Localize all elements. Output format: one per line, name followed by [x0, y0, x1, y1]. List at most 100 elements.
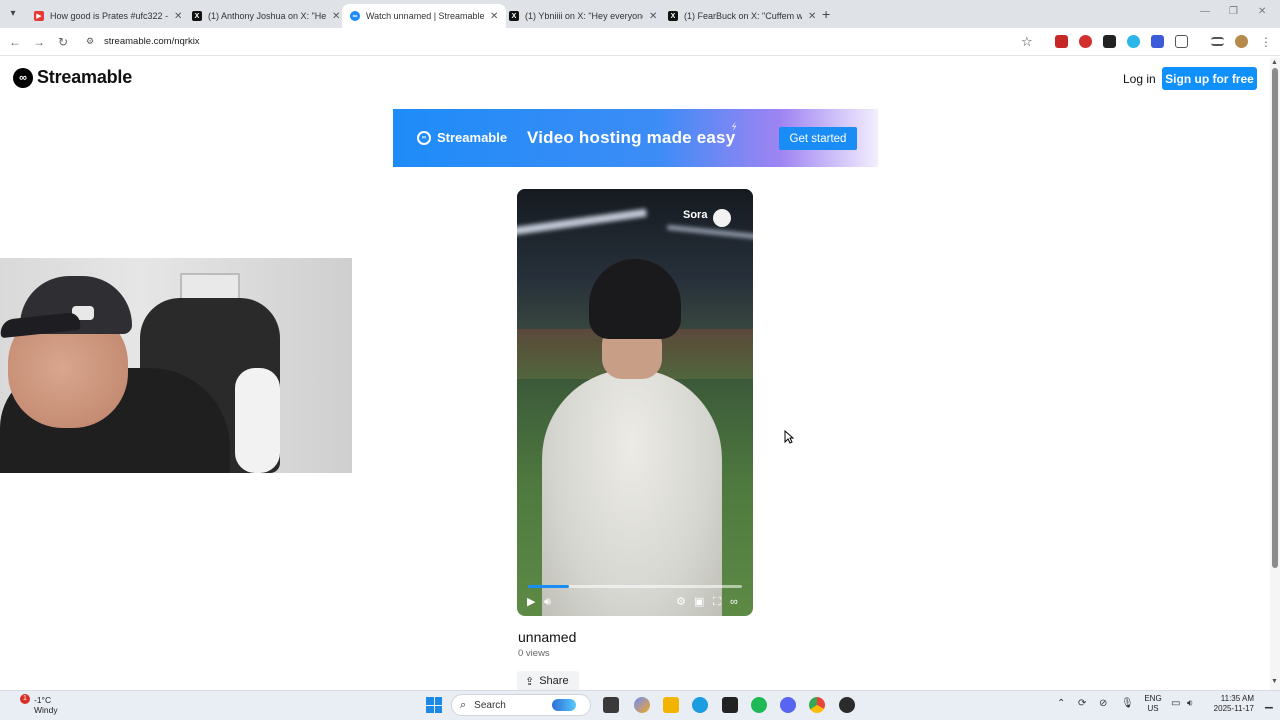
extension-icon[interactable] [1151, 35, 1164, 48]
weather-badge: 1 [20, 694, 30, 704]
video-view-count: 0 views [518, 648, 550, 659]
share-button[interactable]: ⇪ Share [517, 671, 579, 691]
tab-fearbuck[interactable]: X (1) FearBuck on X: "Cuffem was ✕ [660, 4, 824, 28]
start-button[interactable] [426, 697, 442, 713]
url-field[interactable]: streamable.com/nqrkix [104, 36, 200, 47]
display-icon[interactable]: ▭ [1171, 698, 1180, 709]
x-icon: X [192, 11, 202, 21]
file-explorer-icon[interactable] [663, 697, 679, 713]
streamable-logo-icon[interactable]: ∞ [730, 595, 738, 609]
get-started-button[interactable]: Get started [779, 127, 857, 150]
microphone-icon[interactable]: 🎙︎ [1121, 698, 1134, 709]
video-progress-fill [528, 585, 569, 588]
close-icon[interactable]: ✕ [332, 11, 340, 22]
notepad-icon[interactable] [722, 697, 738, 713]
tab-title: (1) Anthony Joshua on X: "He's [208, 11, 326, 21]
lang-line1: ENG [1144, 694, 1162, 703]
edge-icon[interactable] [692, 697, 708, 713]
new-tab-button[interactable]: + [822, 6, 830, 22]
volume-icon[interactable]: 🔉︎ [1187, 698, 1193, 709]
back-icon[interactable]: ← [8, 35, 22, 49]
discord-icon[interactable] [780, 697, 796, 713]
spotify-icon[interactable] [751, 697, 767, 713]
login-link[interactable]: Log in [1123, 72, 1156, 86]
maximize-icon[interactable]: ❐ [1229, 6, 1238, 17]
streamable-logo-icon: ∞ [13, 67, 33, 88]
extensions-puzzle-icon[interactable] [1175, 35, 1188, 48]
close-icon[interactable]: ✕ [174, 11, 182, 22]
tab-youtube[interactable]: ▶ How good is Prates #ufc322 - Y ✕ [26, 4, 190, 28]
close-window-icon[interactable]: ✕ [1258, 6, 1266, 17]
menu-dots-icon[interactable]: ⋮ [1259, 35, 1273, 49]
chrome-icon[interactable] [809, 697, 825, 713]
tab-anthony-joshua[interactable]: X (1) Anthony Joshua on X: "He's ✕ [184, 4, 348, 28]
streamable-icon: ∞ [350, 11, 360, 21]
share-icon: ⇪ [525, 675, 535, 688]
tab-bar: ▾ ▶ How good is Prates #ufc322 - Y ✕ X (… [0, 0, 1280, 28]
minimize-icon[interactable]: — [1200, 6, 1210, 17]
video-player[interactable]: Sora ▶ 🔊︎ ⚙ ▣ ⛶ ∞ [517, 189, 753, 616]
extension-icon[interactable] [1079, 35, 1092, 48]
x-icon: X [509, 11, 519, 21]
weather-desc: Windy [34, 705, 58, 715]
banner-logo: ∞ Streamable [417, 130, 507, 145]
scrollbar-thumb[interactable] [1272, 68, 1278, 568]
profile-avatar[interactable] [1235, 35, 1248, 48]
tab-title: How good is Prates #ufc322 - Y [50, 11, 168, 21]
taskbar-search[interactable]: ⌕ Search [451, 694, 591, 716]
search-highlight-icon [551, 699, 576, 711]
sync-icon[interactable]: ⟳ [1078, 698, 1086, 709]
media-control-icon[interactable] [1211, 37, 1224, 46]
picture-in-picture-icon[interactable]: ▣ [694, 595, 704, 609]
video-title: unnamed [518, 629, 577, 645]
tab-ybniiii[interactable]: X (1) Ybniiii on X: "Hey everyone, ✕ [501, 4, 665, 28]
obs-icon[interactable] [839, 697, 855, 713]
tab-title: (1) FearBuck on X: "Cuffem was [684, 11, 802, 21]
tab-streamable[interactable]: ∞ Watch unnamed | Streamable ✕ [342, 4, 507, 28]
video-progress-bar[interactable] [528, 585, 742, 588]
fullscreen-icon[interactable]: ⛶ [713, 595, 721, 609]
tab-title: (1) Ybniiii on X: "Hey everyone, [525, 11, 643, 21]
webcam-overlay [0, 258, 352, 473]
forward-icon[interactable]: → [32, 35, 46, 49]
volume-icon[interactable]: 🔊︎ [544, 595, 551, 609]
play-icon[interactable]: ▶ [527, 595, 535, 609]
lang-line2: US [1147, 704, 1159, 713]
close-icon[interactable]: ✕ [649, 11, 657, 22]
youtube-icon: ▶ [34, 11, 44, 21]
clock[interactable]: 11:35 AM 2025-11-17 [1206, 694, 1254, 714]
mouse-cursor-icon [784, 430, 794, 444]
tab-title: Watch unnamed | Streamable [366, 11, 484, 21]
tab-search-icon[interactable]: ▾ [6, 7, 20, 21]
sora-watermark: Sora [683, 209, 708, 221]
clock-time: 11:35 AM [1220, 694, 1254, 703]
bookmark-star-icon[interactable]: ☆ [1021, 34, 1033, 50]
language-indicator[interactable]: ENG US [1144, 694, 1162, 714]
settings-gear-icon[interactable]: ⚙ [676, 595, 686, 609]
extension-icon[interactable] [1127, 35, 1140, 48]
network-off-icon[interactable]: ⊘ [1099, 698, 1107, 709]
close-icon[interactable]: ✕ [808, 11, 816, 22]
extension-icon[interactable] [1055, 35, 1068, 48]
task-view-icon[interactable] [603, 697, 619, 713]
copilot-icon[interactable] [634, 697, 650, 713]
promo-banner[interactable]: ∞ Streamable Video hosting made easy ⚡ G… [393, 109, 878, 167]
banner-tagline: Video hosting made easy [527, 128, 736, 147]
banner-brand: Streamable [437, 130, 508, 145]
video-frame-person [542, 369, 722, 616]
x-icon: X [668, 11, 678, 21]
signup-button[interactable]: Sign up for free [1162, 67, 1257, 90]
reload-icon[interactable]: ↻ [56, 35, 70, 49]
close-icon[interactable]: ✕ [490, 11, 498, 22]
site-info-icon[interactable]: ⚙ [86, 36, 94, 47]
address-bar: ← → ↻ ⚙ streamable.com/nqrkix ☆ ⋮ [0, 28, 1280, 56]
streamable-logo-icon: ∞ [417, 130, 431, 145]
streamable-logo[interactable]: ∞ Streamable [13, 67, 132, 88]
webcam-chair-side [235, 368, 280, 473]
scroll-down-icon[interactable]: ▼ [1271, 678, 1278, 685]
scroll-up-icon[interactable]: ▲ [1271, 59, 1278, 66]
extension-icon[interactable] [1103, 35, 1116, 48]
search-label: Search [474, 699, 506, 711]
notifications-icon[interactable]: ▁ [1265, 698, 1273, 709]
tray-overflow-icon[interactable]: ⌃ [1057, 698, 1065, 709]
